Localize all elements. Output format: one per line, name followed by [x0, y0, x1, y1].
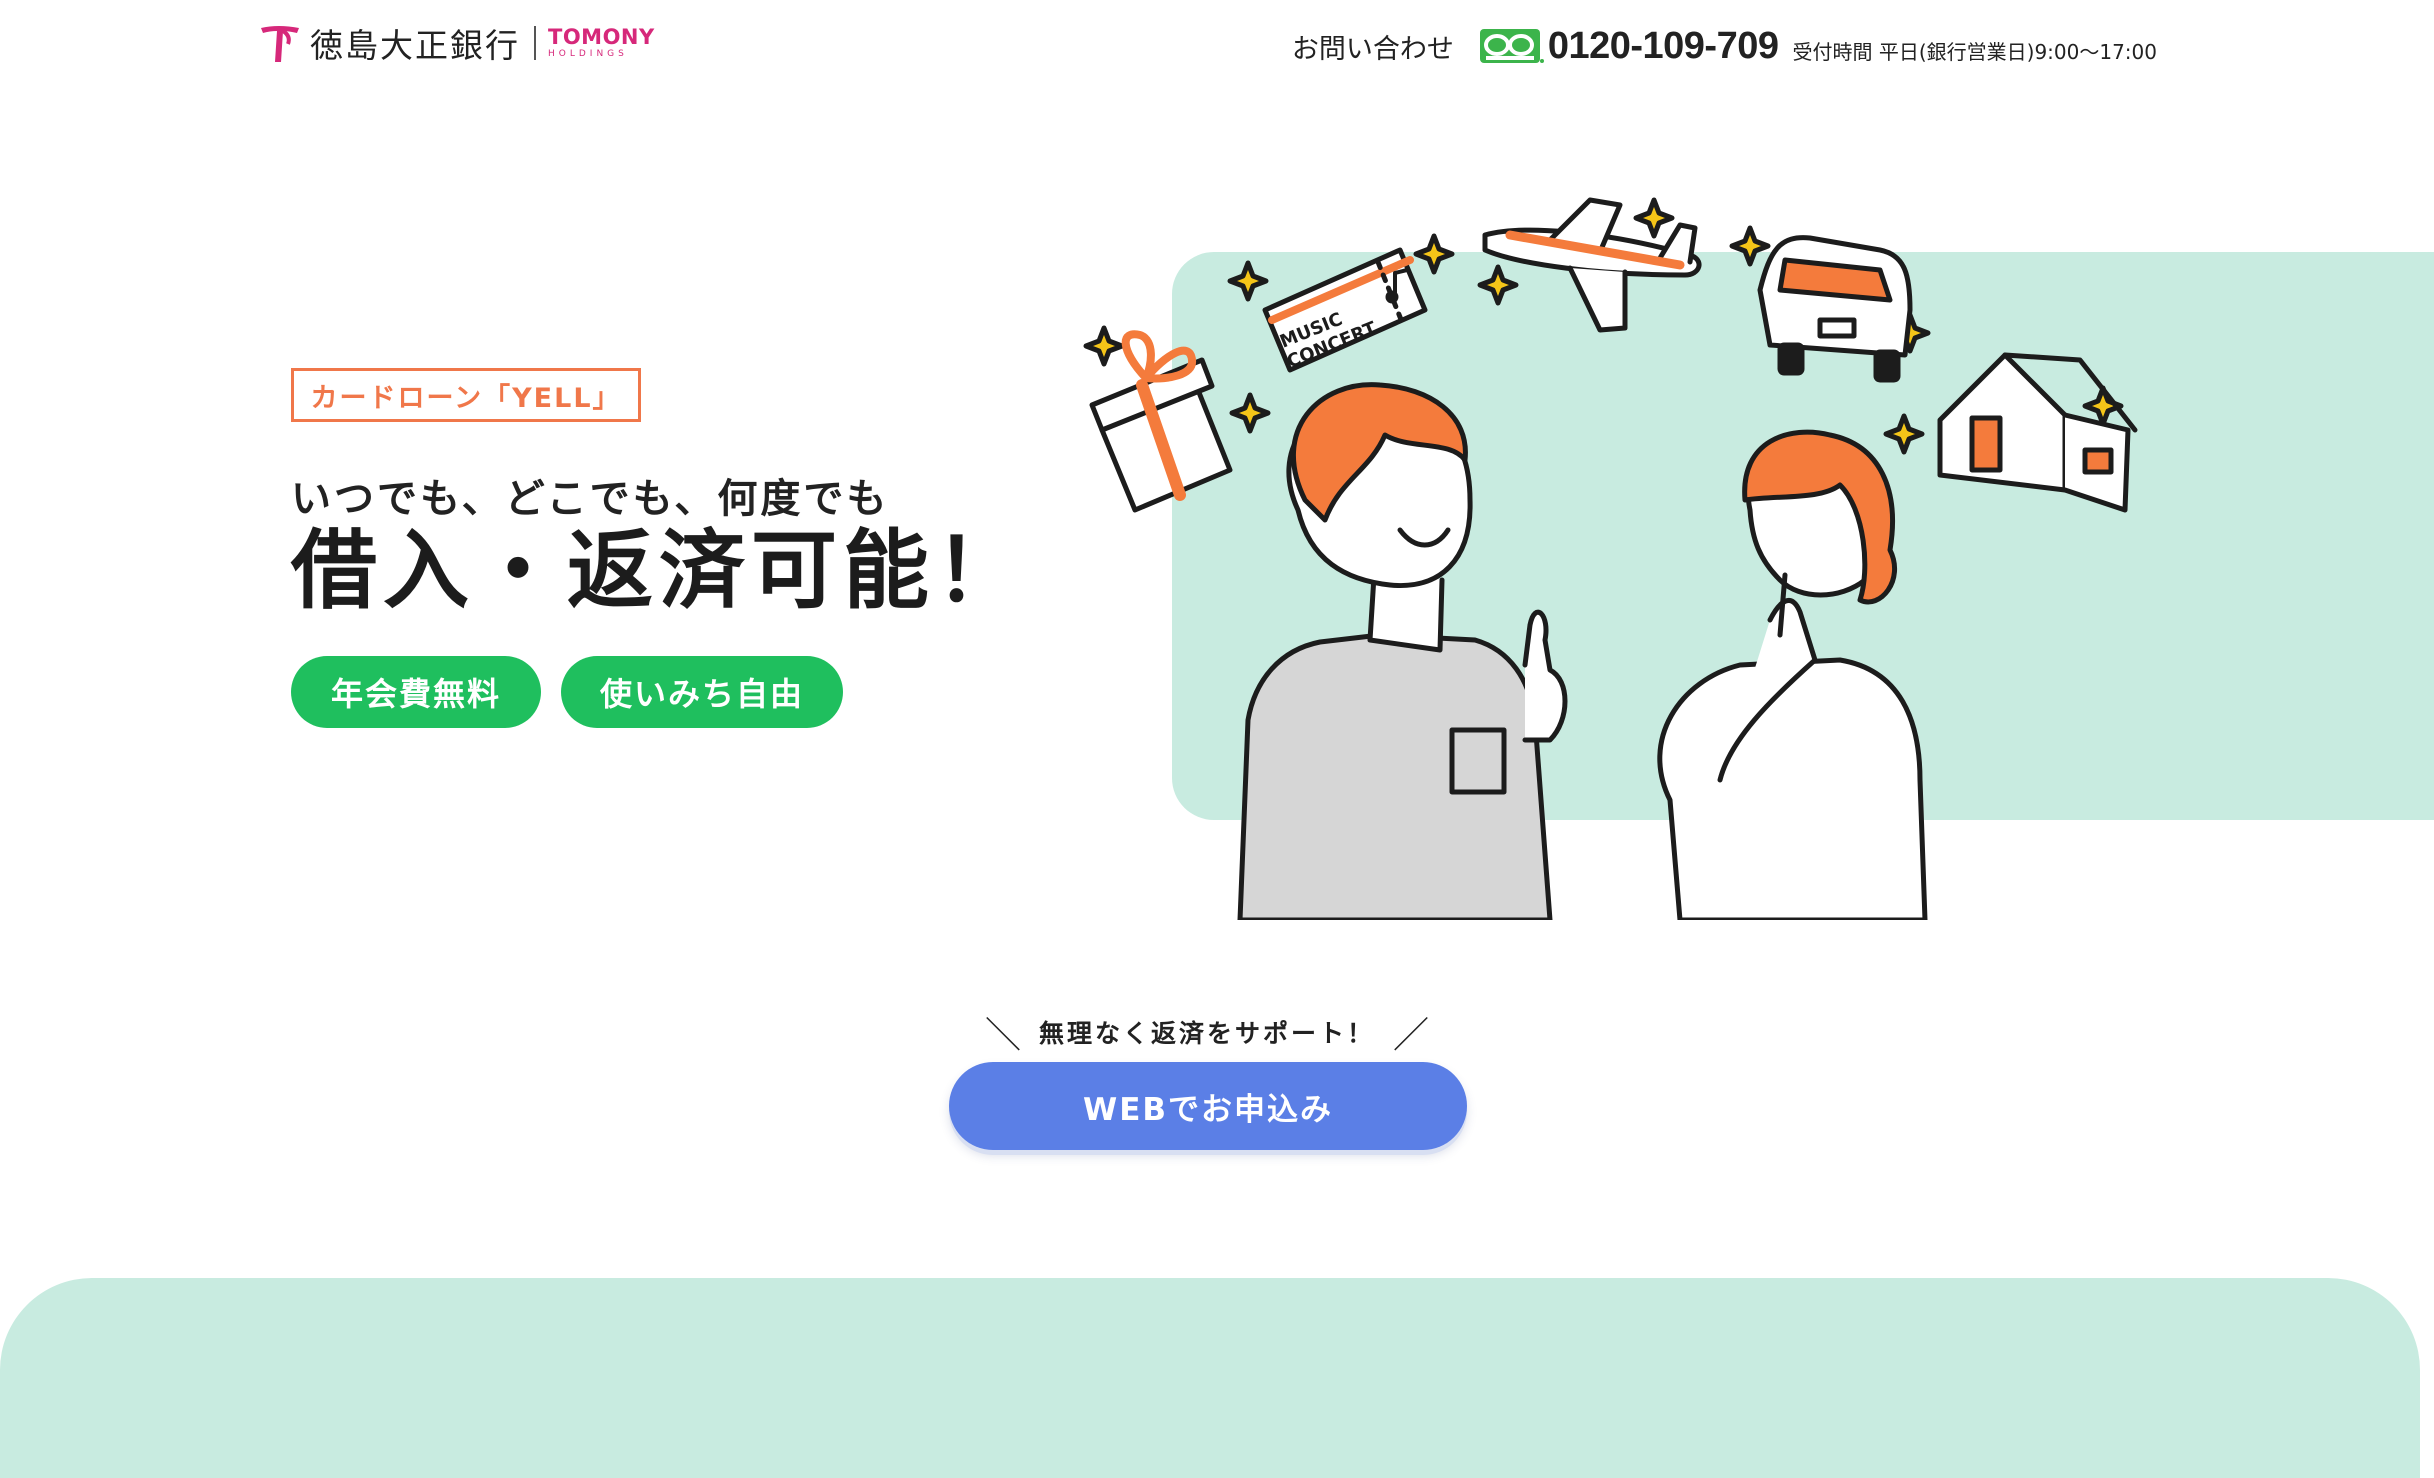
cta-note: ＼ 無理なく返済をサポート！ ／: [0, 1006, 2414, 1058]
woman-illustration: [1657, 429, 1928, 920]
slash-left: ＼: [984, 1015, 1021, 1056]
contact-label: お問い合わせ: [1291, 33, 1454, 65]
man-illustration: [1237, 382, 1568, 920]
bank-logo[interactable]: 徳島大正銀行 TOMONY HOLDINGS: [258, 22, 655, 65]
freedial-icon: [1479, 29, 1544, 63]
gift-icon: [1089, 330, 1233, 513]
holdings-sub: HOLDINGS: [548, 49, 628, 59]
product-tag: カードローン「YELL」: [291, 368, 641, 422]
badge-annual-fee-free: 年会費無料: [291, 656, 541, 728]
house-icon: [1937, 352, 2138, 513]
concert-ticket-icon: MUSIC CONCERT: [1262, 247, 1428, 373]
logo-divider: [534, 26, 536, 60]
product-tag-label: カードローン「YELL」: [310, 382, 622, 414]
contact-info: お問い合わせ 0120-109-709 受付時間 平日(銀行営業日)9:00〜1…: [1292, 24, 2157, 68]
web-apply-button[interactable]: WEBでお申込み: [949, 1062, 1467, 1150]
slash-right: ／: [1393, 1015, 1430, 1056]
next-section-panel: [0, 1278, 2420, 1478]
phone-number-link[interactable]: 0120-109-709: [1548, 25, 1779, 68]
hero-subtitle: いつでも、どこでも、何度でも: [291, 476, 890, 522]
holdings-logo: TOMONY HOLDINGS: [548, 27, 655, 59]
hero-illustration: MUSIC CONCERT: [1083, 197, 2138, 920]
business-hours: 受付時間 平日(銀行営業日)9:00〜17:00: [1792, 39, 2157, 64]
hero-title: 借入・返済可能！: [291, 521, 1027, 621]
badge-free-usage: 使いみち自由: [561, 656, 843, 728]
cta-note-text: 無理なく返済をサポート！: [1038, 1019, 1375, 1048]
bank-name: 徳島大正銀行: [310, 26, 520, 65]
car-icon: [1757, 235, 1913, 383]
holdings-brand: TOMONY: [548, 25, 655, 49]
bank-logo-icon: [261, 26, 299, 62]
